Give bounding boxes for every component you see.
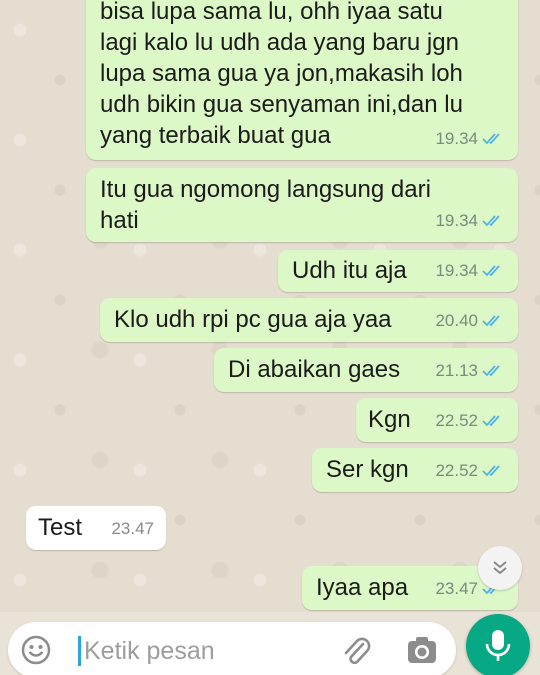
message-text: Itu gua ngomong langsung dari hati [100,176,431,234]
message-text: bisa lupa sama lu, ohh iyaa satu lagi ka… [100,0,463,149]
message-meta: 19.34 [435,255,506,286]
double-tick-icon [482,132,500,144]
message-text: Di abaikan gaes [228,356,401,383]
message-time: 22.52 [435,461,478,480]
double-tick-icon [482,364,500,376]
double-tick-icon [482,464,500,476]
message-time: 20.40 [435,311,478,330]
camera-icon[interactable] [406,636,438,666]
message-time: 19.34 [435,211,478,230]
mic-icon [485,630,511,661]
message-meta: 23.47 [111,513,154,544]
message-bubble-incoming[interactable]: Test 23.47 [26,506,166,550]
message-time: 21.13 [435,361,478,380]
message-meta: 19.34 [435,205,506,236]
message-composer: Ketik pesan [8,622,456,675]
message-meta: 22.52 [435,405,506,436]
message-meta: 21.13 [435,355,506,386]
message-meta: 22.52 [435,455,506,486]
scroll-down-button[interactable] [478,546,522,590]
message-bubble-outgoing[interactable]: Di abaikan gaes 21.13 [214,348,518,392]
message-time: 19.34 [435,261,478,280]
message-bubble-outgoing[interactable]: Kgn 22.52 [356,398,518,442]
message-time: 23.47 [435,579,478,598]
message-time: 19.34 [435,129,478,148]
message-text: Iyaa apa [316,574,409,601]
message-bubble-outgoing[interactable]: Ser kgn 22.52 [312,448,518,492]
message-text: Klo udh rpi pc gua aja yaa [114,306,392,333]
message-text: Ser kgn [326,456,409,483]
message-text: Udh itu aja [292,257,407,284]
mic-button[interactable] [466,614,530,675]
double-tick-icon [482,214,500,226]
message-meta: 19.34 [435,123,506,154]
text-cursor [78,636,81,666]
chat-area[interactable]: bisa lupa sama lu, ohh iyaa satu lagi ka… [0,0,540,612]
message-bubble-outgoing[interactable]: Klo udh rpi pc gua aja yaa 20.40 [100,298,518,342]
double-tick-icon [482,314,500,326]
message-text: Test [38,514,83,541]
attach-icon[interactable] [340,634,372,668]
message-text: Kgn [368,406,411,433]
message-time: 23.47 [111,519,154,538]
message-bubble-outgoing[interactable]: Udh itu aja 19.34 [278,250,518,292]
message-bubble-outgoing[interactable]: Itu gua ngomong langsung dari hati 19.34 [86,168,518,242]
emoji-icon[interactable] [20,634,52,666]
message-meta: 20.40 [435,305,506,336]
double-tick-icon [482,414,500,426]
message-input[interactable]: Ketik pesan [84,636,215,666]
double-tick-icon [482,264,500,276]
message-bubble-outgoing[interactable]: bisa lupa sama lu, ohh iyaa satu lagi ka… [86,0,518,160]
message-time: 22.52 [435,411,478,430]
scroll-down-icon [493,561,507,575]
